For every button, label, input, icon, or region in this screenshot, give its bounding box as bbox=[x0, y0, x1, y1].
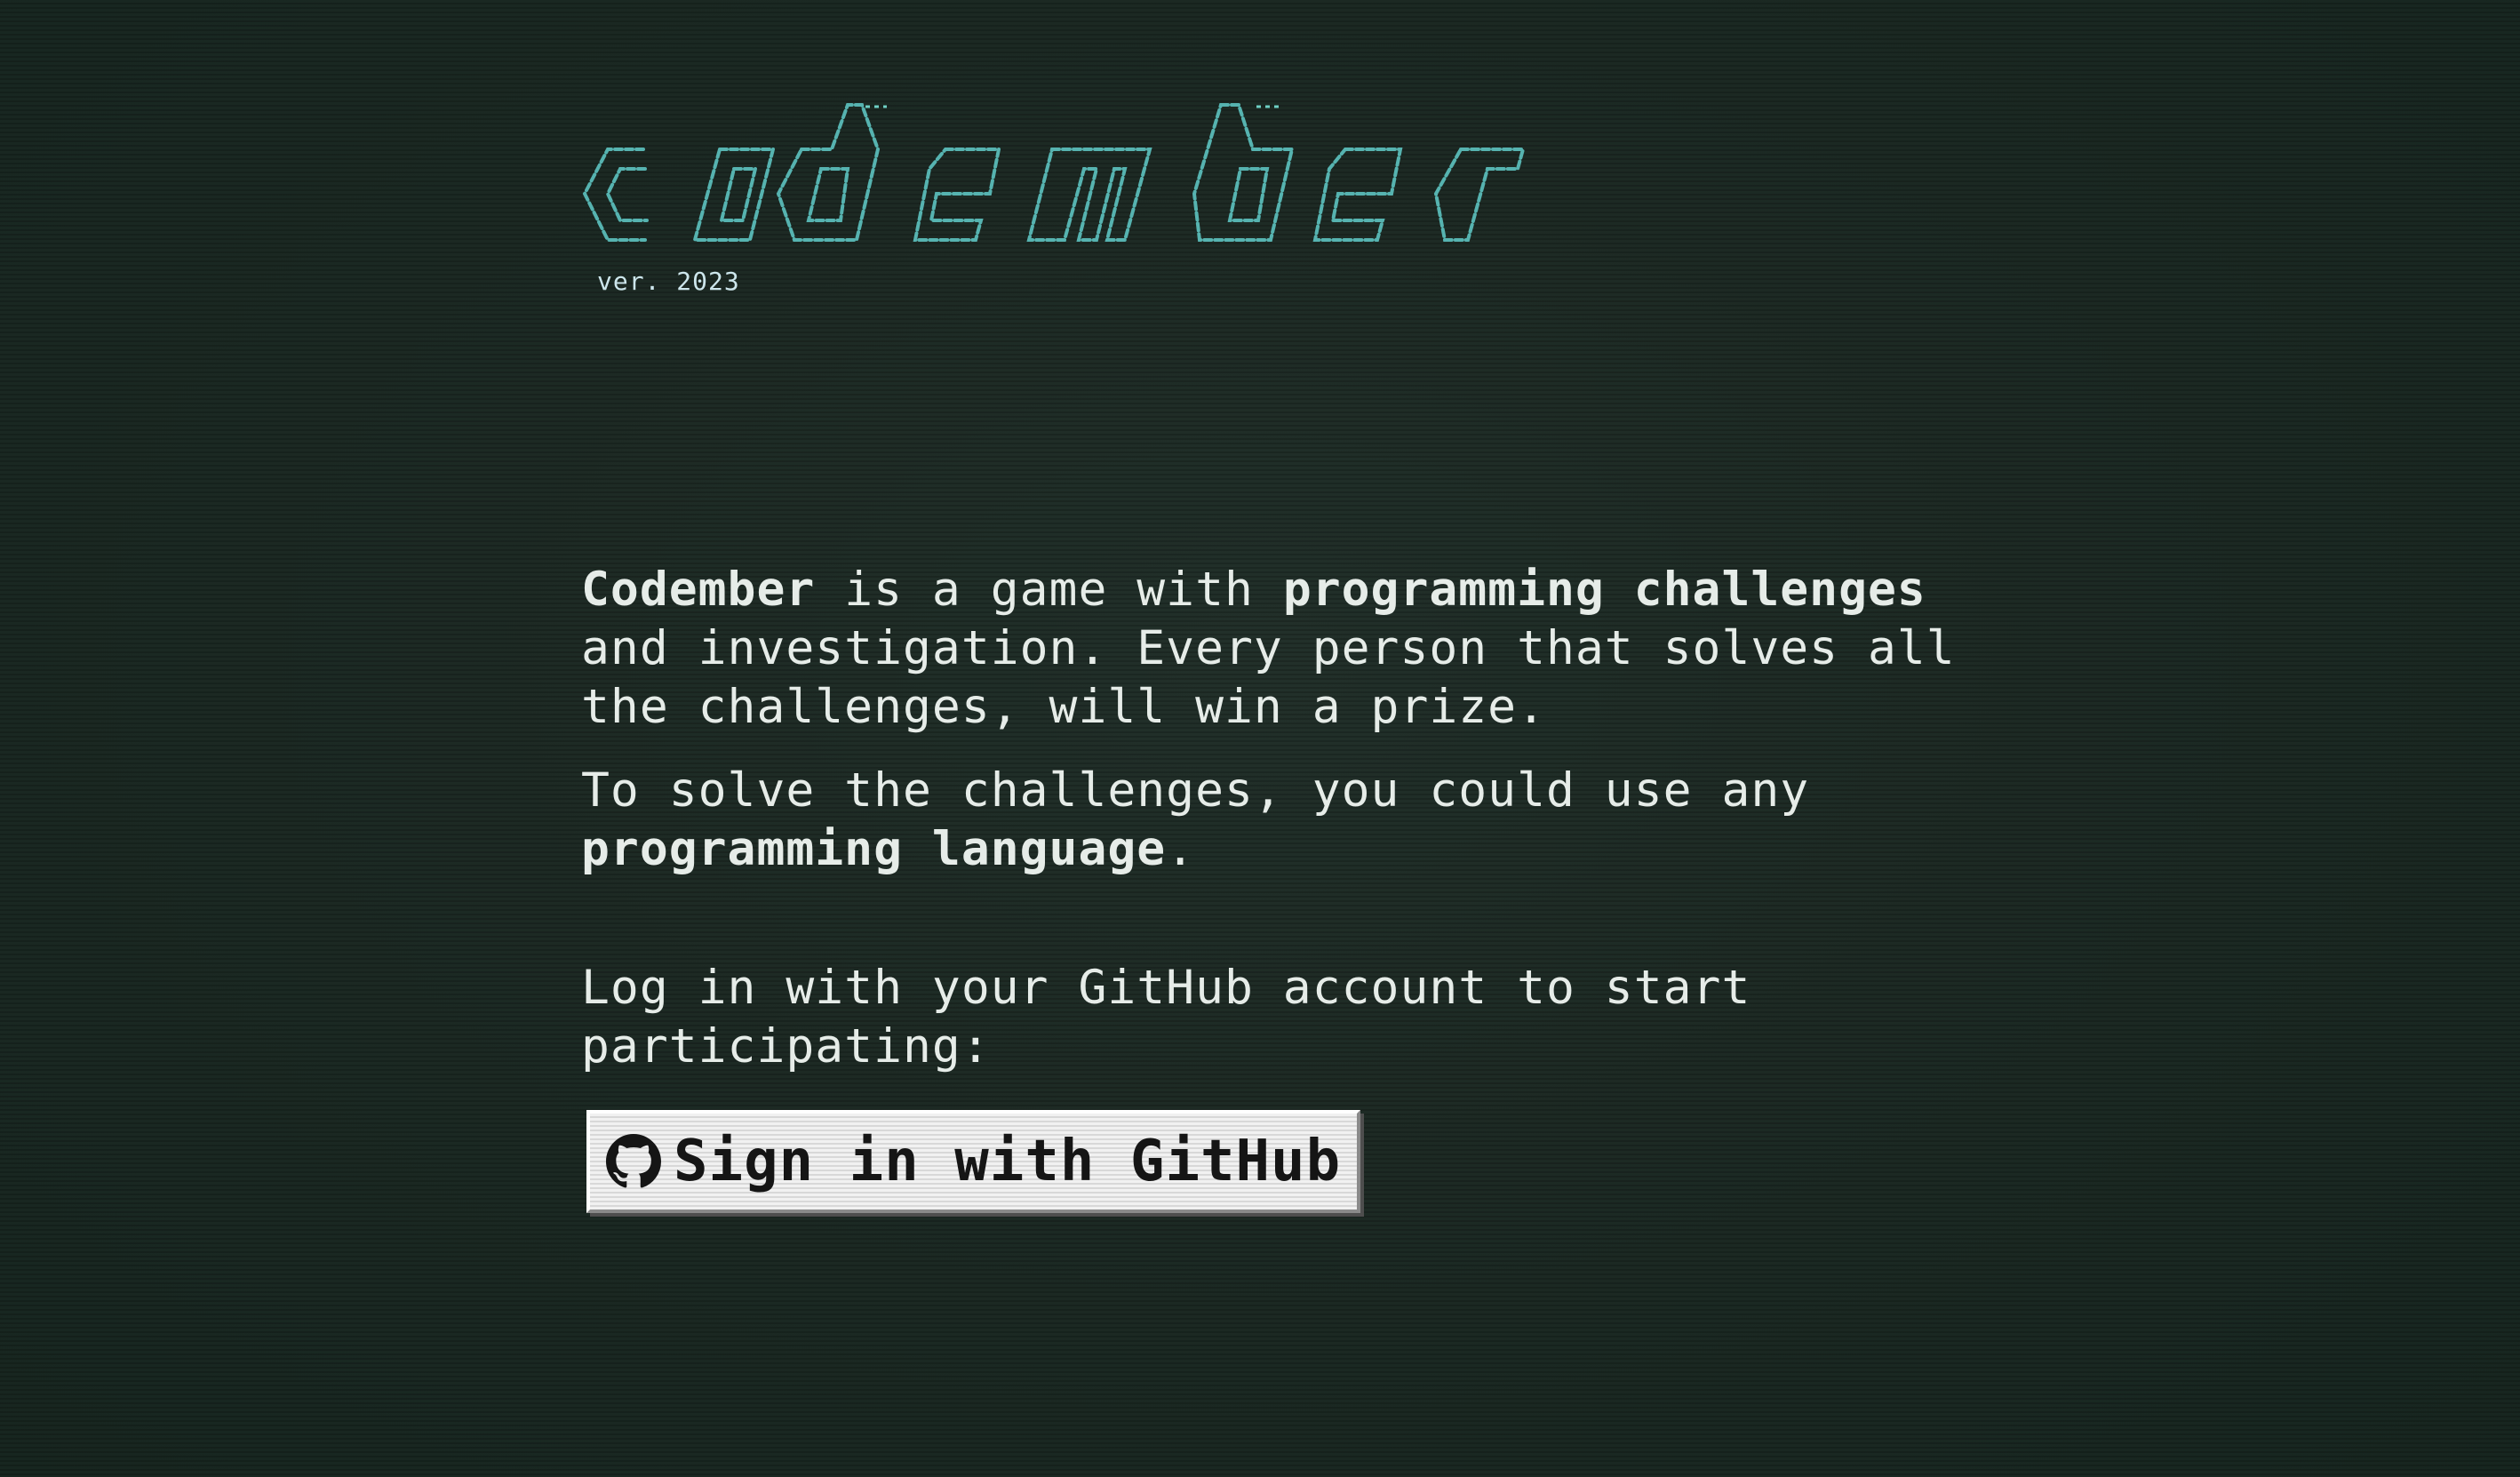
intro-p1-b: and investigation. Every person that sol… bbox=[581, 621, 1956, 734]
intro-paragraph-2: To solve the challenges, you could use a… bbox=[581, 762, 1967, 879]
brand-name: Codember bbox=[581, 563, 816, 617]
sign-in-github-button[interactable]: Sign in with GitHub bbox=[586, 1110, 1361, 1213]
intro-paragraph-1: Codember is a game with programming chal… bbox=[581, 561, 1967, 737]
intro-p2-bold: programming language bbox=[581, 822, 1167, 876]
main-content: codember bbox=[581, 80, 1967, 1213]
intro-p1-a: is a game with bbox=[815, 563, 1283, 617]
ascii-logo-art bbox=[582, 103, 1526, 242]
intro-text: Codember is a game with programming chal… bbox=[581, 561, 1967, 879]
version-label: ver. 2023 bbox=[597, 267, 740, 296]
login-instructions: Log in with your GitHub account to start… bbox=[581, 961, 1751, 1074]
codember-logo: codember bbox=[581, 80, 1683, 258]
intro-p1-bold: programming challenges bbox=[1282, 563, 1926, 617]
intro-p2-a: To solve the challenges, you could use a… bbox=[581, 763, 1810, 818]
intro-p2-b: . bbox=[1166, 822, 1196, 876]
sign-in-github-label: Sign in with GitHub bbox=[674, 1129, 1342, 1194]
github-icon bbox=[606, 1134, 661, 1188]
